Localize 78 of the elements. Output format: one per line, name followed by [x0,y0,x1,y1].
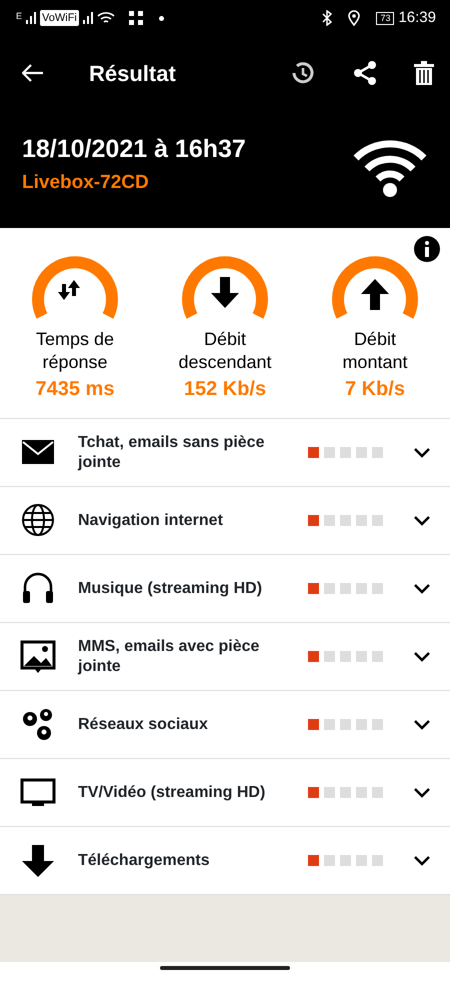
location-icon [348,10,360,26]
rating-square [372,583,383,594]
rating-square [340,719,351,730]
rating-square [324,515,335,526]
history-icon[interactable] [290,60,316,86]
rating-square [372,447,383,458]
rating-square [356,583,367,594]
dot-icon [158,16,164,20]
bluetooth-icon [322,10,332,26]
rating-square [324,855,335,866]
signal-icon [26,12,36,24]
expand-chevron-icon[interactable] [414,788,430,798]
expand-chevron-icon[interactable] [414,720,430,730]
globe-icon [20,502,56,538]
rating-square [340,447,351,458]
delete-icon[interactable] [414,61,434,85]
wifi-icon [352,140,428,198]
rating-square [340,583,351,594]
metric-label: Débit descendant [177,328,273,374]
expand-chevron-icon[interactable] [414,448,430,458]
rating-square [308,583,319,594]
usage-label: Musique (streaming HD) [78,578,264,598]
rating-square [324,651,335,662]
network-name: Livebox-72CD [22,170,150,194]
signal-icon [82,12,93,24]
usage-label: MMS, emails avec pièce jointe [78,636,260,676]
rating-square [372,515,383,526]
rating-square [308,855,319,866]
qr-code-icon [128,11,143,25]
rating-square [324,447,335,458]
metric-value: 7 Kb/s [344,377,406,402]
rating-square [356,787,367,798]
usage-label: Réseaux sociaux [78,714,209,734]
rating-square [372,855,383,866]
rating-square [372,651,383,662]
rating-square [340,651,351,662]
test-date: 18/10/2021 à 16h37 [22,134,247,165]
rating-square [372,719,383,730]
rating-square [308,787,319,798]
metric-label: Temps de réponse [34,328,116,374]
rating-square [324,787,335,798]
rating-square [308,719,319,730]
network-type-text: E [16,10,22,23]
expand-chevron-icon[interactable] [414,652,430,662]
rating-square [308,651,319,662]
rating-square [372,787,383,798]
metric-value: 7435 ms [34,377,116,402]
rating-square [340,855,351,866]
image-icon [20,638,56,674]
rating-square [356,719,367,730]
expand-chevron-icon[interactable] [414,516,430,526]
rating-square [356,515,367,526]
metric-label: Débit montant [341,328,408,374]
usage-label: TV/Vidéo (streaming HD) [78,782,266,802]
rating-square [340,787,351,798]
screen-title: Résultat [89,60,176,88]
rating-square [356,651,367,662]
expand-chevron-icon[interactable] [414,584,430,594]
rating-square [308,447,319,458]
rating-square [324,719,335,730]
status-time: 16:39 [398,8,436,28]
rating-square [340,515,351,526]
expand-chevron-icon[interactable] [414,856,430,866]
down-arrow-icon [20,842,56,878]
usage-label: Tchat, emails sans pièce jointe [78,432,266,472]
metric-value: 152 Kb/s [182,377,268,402]
wifi-icon [96,11,115,25]
rating-square [356,447,367,458]
vowifi-badge: VoWiFi [40,10,79,26]
back-icon[interactable] [22,64,44,82]
rating-square [324,583,335,594]
rating-square [356,855,367,866]
battery-indicator: 73 [376,12,394,24]
rating-square [308,515,319,526]
usage-label: Navigation internet [78,510,224,530]
usage-label: Téléchargements [78,850,211,870]
share-icon[interactable] [354,61,376,85]
info-icon[interactable] [414,236,440,262]
